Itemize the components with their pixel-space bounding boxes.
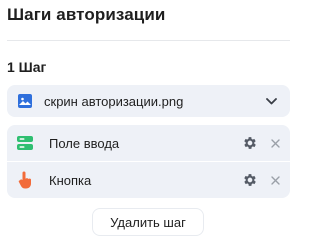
pointer-hand-icon (16, 171, 34, 189)
list-item[interactable]: Кнопка (7, 162, 290, 198)
input-field-icon (16, 134, 34, 152)
step-elements-list: Поле ввода Кнопка (7, 125, 290, 198)
divider (7, 40, 290, 41)
chevron-down-icon[interactable] (265, 95, 277, 107)
panel-title: Шаги авторизации (7, 5, 166, 24)
step-label: 1 Шаг (7, 59, 47, 75)
list-item[interactable]: Поле ввода (7, 125, 290, 161)
image-icon (18, 94, 32, 108)
element-label: Кнопка (49, 172, 92, 188)
screenshot-file-select[interactable]: скрин авторизации.png (7, 85, 290, 117)
file-name: скрин авторизации.png (44, 93, 184, 109)
close-icon[interactable] (268, 136, 282, 150)
element-label: Поле ввода (49, 135, 120, 151)
close-icon[interactable] (268, 173, 282, 187)
gear-icon[interactable] (241, 171, 259, 189)
gear-icon[interactable] (241, 134, 259, 152)
delete-step-button[interactable]: Удалить шаг (92, 208, 204, 236)
